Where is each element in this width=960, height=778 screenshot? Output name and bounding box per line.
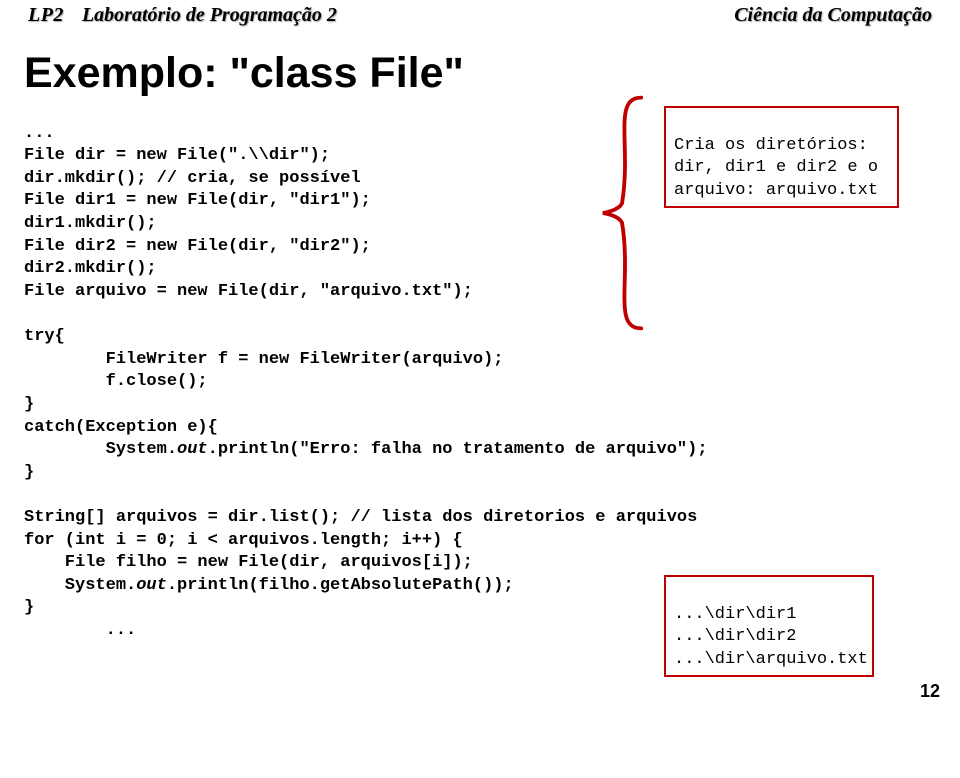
course-code: LP2: [28, 4, 64, 27]
code-line: FileWriter f = new FileWriter(arquivo);: [24, 350, 503, 369]
page-header: LP2 Laboratório de Programação 2 Ciência…: [0, 0, 960, 27]
code-line: File dir1 = new File(dir, "dir1");: [24, 191, 371, 210]
code-line: String[] arquivos = dir.list(); // lista…: [24, 508, 697, 527]
code-line: f.close();: [24, 372, 208, 391]
page-title: Exemplo: "class File": [24, 49, 960, 98]
page-number: 12: [920, 681, 940, 702]
code-line: dir2.mkdir();: [24, 259, 157, 278]
code-line: File dir2 = new File(dir, "dir2");: [24, 237, 371, 256]
code-line: File dir = new File(".\\dir");: [24, 146, 330, 165]
brace-icon: [582, 88, 662, 338]
code-line: dir1.mkdir();: [24, 214, 157, 233]
code-block: ... File dir = new File(".\\dir"); dir.m…: [24, 100, 960, 778]
code-line: ...: [24, 124, 55, 143]
code-line: }: [24, 395, 34, 414]
callout-line: ...\dir\dir2: [674, 627, 796, 646]
code-line: dir.mkdir(); // cria, se possível: [24, 169, 361, 188]
callout-create-dirs: Cria os diretórios: dir, dir1 e dir2 e o…: [664, 106, 899, 208]
callout-line: ...\dir\arquivo.txt: [674, 650, 868, 669]
code-line: for (int i = 0; i < arquivos.length; i++…: [24, 531, 463, 550]
callout-line: ...\dir\dir1: [674, 605, 796, 624]
code-line: System.out.println(filho.getAbsolutePath…: [24, 576, 514, 595]
callout-line: dir, dir1 e dir2 e o: [674, 158, 878, 177]
code-line: System.out.println("Erro: falha no trata…: [24, 440, 708, 459]
callout-line: Cria os diretórios:: [674, 136, 868, 155]
course-name: Laboratório de Programação 2: [82, 4, 337, 27]
code-line: File arquivo = new File(dir, "arquivo.tx…: [24, 282, 473, 301]
code-line: File filho = new File(dir, arquivos[i]);: [24, 553, 473, 572]
callout-line: arquivo: arquivo.txt: [674, 181, 878, 200]
code-line: catch(Exception e){: [24, 418, 218, 437]
code-line: try{: [24, 327, 65, 346]
code-line: }: [24, 463, 34, 482]
code-line: }: [24, 598, 34, 617]
callout-paths: ...\dir\dir1 ...\dir\dir2 ...\dir\arquiv…: [664, 575, 874, 677]
code-line: ...: [24, 621, 136, 640]
department: Ciência da Computação: [734, 4, 932, 27]
